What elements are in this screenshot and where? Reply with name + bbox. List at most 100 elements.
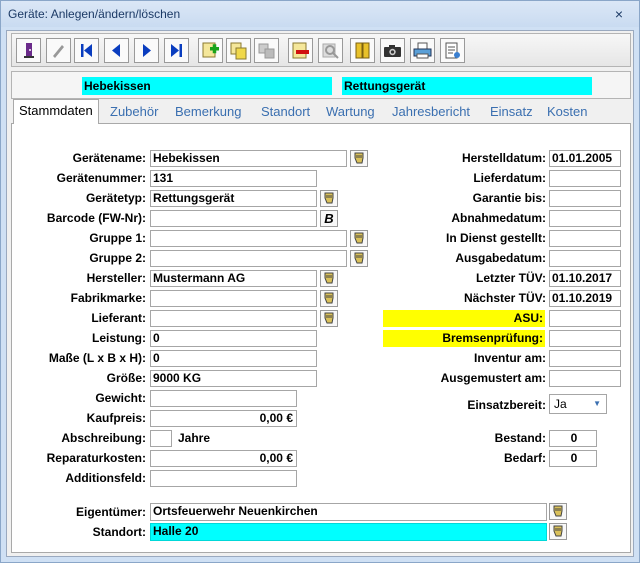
geraetetyp-picker-button[interactable] [320, 190, 338, 207]
asu-field[interactable] [549, 310, 621, 327]
camera-button[interactable] [380, 38, 405, 63]
search-disabled-button[interactable] [318, 38, 343, 63]
new-record-icon [202, 42, 219, 58]
lieferant-field[interactable] [150, 310, 317, 327]
first-record-button[interactable] [74, 38, 99, 63]
abschreibung-field[interactable] [150, 430, 172, 447]
tab-zubehoer[interactable]: Zubehör [110, 102, 158, 122]
label-gruppe2: Gruppe 2: [89, 251, 146, 265]
report-button[interactable] [440, 38, 465, 63]
label-masse: Maße (L x B x H): [48, 351, 146, 365]
hand-pointer-icon [324, 192, 334, 204]
search-disabled-icon [322, 43, 339, 59]
label-barcode: Barcode (FW-Nr): [46, 211, 146, 225]
exit-button[interactable] [16, 38, 41, 63]
label-indienst: In Dienst gestellt: [445, 231, 546, 245]
inventur-field[interactable] [549, 350, 621, 367]
copy-disabled-button[interactable] [254, 38, 279, 63]
geraetetyp-field[interactable]: Rettungsgerät [150, 190, 317, 207]
close-button[interactable]: × [611, 6, 627, 22]
last-record-button[interactable] [164, 38, 189, 63]
label-ausgemustert: Ausgemustert am: [440, 371, 546, 385]
hand-pointer-icon [553, 505, 563, 517]
new-record-button[interactable] [198, 38, 223, 63]
gruppe1-field[interactable] [150, 230, 347, 247]
gruppe1-picker-button[interactable] [350, 230, 368, 247]
geraetename-field[interactable]: Hebekissen [150, 150, 347, 167]
fabrikmarke-picker-button[interactable] [320, 290, 338, 307]
ausgabedatum-field[interactable] [549, 250, 621, 267]
bremsenpruefung-field[interactable] [549, 330, 621, 347]
naechster-tuev-field[interactable]: 01.10.2019 [549, 290, 621, 307]
hand-pointer-icon [324, 272, 334, 284]
gruppe2-field[interactable] [150, 250, 347, 267]
tab-bemerkung[interactable]: Bemerkung [175, 102, 241, 122]
standort-picker-button[interactable] [549, 523, 567, 540]
hersteller-field[interactable]: Mustermann AG [150, 270, 317, 287]
lieferdatum-field[interactable] [549, 170, 621, 187]
label-letzter-tuev: Letzter TÜV: [475, 271, 546, 285]
previous-record-button[interactable] [104, 38, 129, 63]
tab-stammdaten[interactable]: Stammdaten [13, 99, 99, 124]
folder-button[interactable] [350, 38, 375, 63]
abschreibung-unit: Jahre [178, 431, 211, 445]
groesse-field[interactable]: 9000 KG [150, 370, 317, 387]
additionsfeld-field[interactable] [150, 470, 297, 487]
exit-icon [24, 43, 34, 58]
tab-kosten[interactable]: Kosten [547, 102, 587, 122]
einsatzbereit-select[interactable]: Ja ▼ [549, 394, 607, 414]
next-record-icon [143, 44, 151, 57]
tab-einsatz[interactable]: Einsatz [490, 102, 533, 122]
ausgemustert-field[interactable] [549, 370, 621, 387]
previous-record-icon [112, 44, 120, 57]
garantie-field[interactable] [549, 190, 621, 207]
gewicht-field[interactable] [150, 390, 297, 407]
eigentuemer-field[interactable]: Ortsfeuerwehr Neuenkirchen [150, 503, 547, 521]
chevron-down-icon: ▼ [593, 399, 601, 408]
edit-button[interactable] [46, 38, 71, 63]
next-record-button[interactable] [134, 38, 159, 63]
label-abnahmedatum: Abnahmedatum: [451, 211, 546, 225]
lieferant-picker-button[interactable] [320, 310, 338, 327]
label-eigentuemer: Eigentümer: [75, 505, 146, 519]
hand-pointer-icon [354, 232, 364, 244]
reparaturkosten-field[interactable]: 0,00 € [150, 450, 297, 467]
letzter-tuev-field[interactable]: 01.10.2017 [549, 270, 621, 287]
bestand-field[interactable]: 0 [549, 430, 597, 447]
label-abschreibung: Abschreibung: [61, 431, 146, 445]
leistung-field[interactable]: 0 [150, 330, 317, 347]
label-geraetenummer: Gerätenummer: [56, 171, 146, 185]
tab-wartung[interactable]: Wartung [326, 102, 375, 122]
kaufpreis-field[interactable]: 0,00 € [150, 410, 297, 427]
print-button[interactable] [410, 38, 435, 63]
first-record-icon [81, 44, 92, 57]
tab-jahresbericht[interactable]: Jahresbericht [392, 102, 470, 122]
delete-record-button[interactable] [288, 38, 313, 63]
geraetenummer-field[interactable]: 131 [150, 170, 317, 187]
hand-pointer-icon [553, 525, 563, 537]
tab-standort[interactable]: Standort [261, 102, 310, 122]
barcode-field[interactable] [150, 210, 317, 227]
geraetename-picker-button[interactable] [350, 150, 368, 167]
header-device-name: Hebekissen [82, 77, 332, 95]
barcode-button[interactable]: B [320, 210, 338, 227]
label-einsatzbereit: Einsatzbereit: [467, 398, 546, 412]
masse-field[interactable]: 0 [150, 350, 317, 367]
einsatzbereit-value: Ja [554, 397, 567, 411]
gruppe2-picker-button[interactable] [350, 250, 368, 267]
folder-icon [355, 42, 370, 59]
hersteller-picker-button[interactable] [320, 270, 338, 287]
hand-pointer-icon [324, 292, 334, 304]
herstelldatum-field[interactable]: 01.01.2005 [549, 150, 621, 167]
label-gewicht: Gewicht: [95, 391, 146, 405]
eigentuemer-picker-button[interactable] [549, 503, 567, 520]
label-ausgabedatum: Ausgabedatum: [455, 251, 546, 265]
copy-record-button[interactable] [226, 38, 251, 63]
client-area: Hebekissen Rettungsgerät Stammdaten Zube… [6, 30, 634, 557]
label-herstelldatum: Herstelldatum: [461, 151, 546, 165]
indienst-field[interactable] [549, 230, 621, 247]
standort-field[interactable]: Halle 20 [150, 523, 547, 541]
fabrikmarke-field[interactable] [150, 290, 317, 307]
bedarf-field[interactable]: 0 [549, 450, 597, 467]
abnahmedatum-field[interactable] [549, 210, 621, 227]
